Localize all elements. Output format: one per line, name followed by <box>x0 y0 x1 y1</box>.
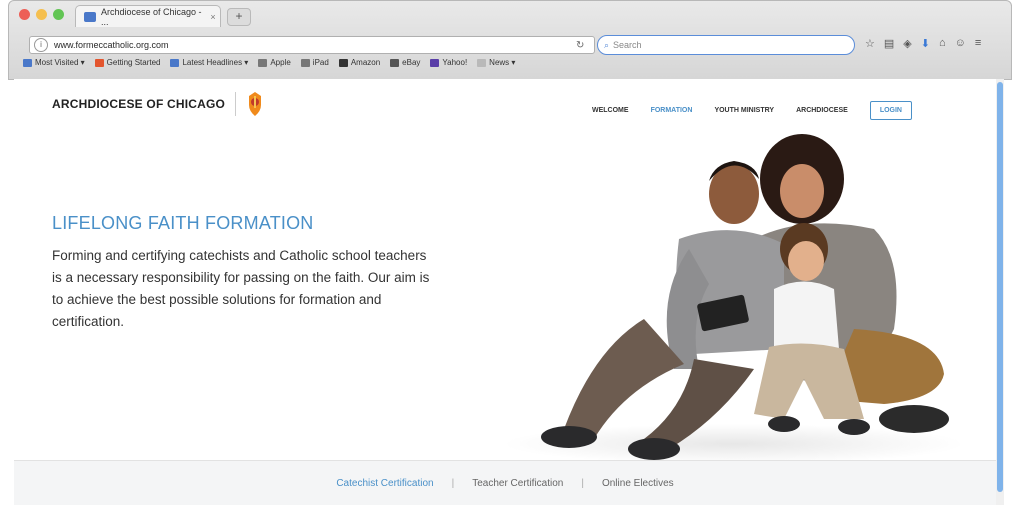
sync-icon[interactable]: ☺ <box>955 37 966 50</box>
address-bar[interactable]: i www.formeccatholic.org.com ↻ <box>29 36 595 54</box>
bookmark-label: Getting Started <box>106 58 161 67</box>
reading-list-icon[interactable]: ▤ <box>884 37 894 50</box>
bookmark-label: Apple <box>270 58 291 67</box>
close-window-button[interactable] <box>19 9 30 20</box>
search-input[interactable]: ⌕ Search <box>597 35 855 55</box>
browser-window-chrome: Archdiocese of Chicago - ... × + i www.f… <box>8 0 1012 80</box>
site-logo[interactable]: ARCHDIOCESE OF CHICAGO <box>52 91 264 117</box>
bookmark-favicon-icon <box>300 58 310 67</box>
search-placeholder: Search <box>613 40 642 50</box>
bookmark-item[interactable]: Most Visited ▾ <box>23 58 85 67</box>
bookmark-star-icon[interactable]: ☆ <box>865 37 875 50</box>
archdiocese-seal-icon <box>249 92 262 116</box>
bookmark-label: iPad <box>312 58 329 67</box>
bookmark-favicon-icon <box>390 58 400 67</box>
search-icon: ⌕ <box>604 39 610 50</box>
bookmark-label: Amazon <box>350 58 381 67</box>
catechist-certification-link[interactable]: Catechist Certification <box>336 478 433 489</box>
bookmark-favicon-icon <box>94 58 104 67</box>
nav-item-youth-ministry[interactable]: YOUTH MINISTRY <box>714 107 774 114</box>
hero-body-text: Forming and certifying catechists and Ca… <box>52 247 430 329</box>
nav-item-formation[interactable]: FORMATION <box>651 107 693 114</box>
bookmark-favicon-icon <box>170 58 180 67</box>
login-button[interactable]: LOGIN <box>869 101 912 120</box>
logo-text: ARCHDIOCESE OF CHICAGO <box>52 97 226 111</box>
bookmark-label: Most Visited ▾ <box>35 58 85 67</box>
bookmarks-toolbar: Most Visited ▾ Getting Started Latest Head… <box>23 58 515 67</box>
scrollbar-thumb[interactable] <box>997 82 1003 492</box>
reload-icon[interactable]: ↻ <box>576 40 594 51</box>
bookmark-favicon-icon <box>258 58 268 67</box>
bookmark-item[interactable]: Amazon <box>338 58 381 67</box>
nav-item-welcome[interactable]: WELCOME <box>592 107 629 114</box>
bookmark-favicon-icon <box>477 58 487 67</box>
certification-links-bar: Catechist Certification | Teacher Certif… <box>14 460 996 505</box>
info-icon[interactable]: i <box>34 38 48 52</box>
bookmark-item[interactable]: Apple <box>258 58 291 67</box>
bookmark-favicon-icon <box>338 58 348 67</box>
browser-tab[interactable]: Archdiocese of Chicago - ... × <box>75 5 221 27</box>
bookmark-label: Latest Headlines ▾ <box>182 58 249 67</box>
url-text[interactable]: www.formeccatholic.org.com <box>54 40 576 50</box>
bookmark-item[interactable]: Getting Started <box>94 58 161 67</box>
bookmark-item[interactable]: eBay <box>390 58 420 67</box>
bookmark-favicon-icon <box>23 58 32 67</box>
link-separator: | <box>581 478 584 489</box>
online-electives-link[interactable]: Online Electives <box>602 478 674 489</box>
bookmark-label: eBay <box>402 58 421 67</box>
close-tab-icon[interactable]: × <box>206 12 220 22</box>
main-nav: WELCOME FORMATION YOUTH MINISTRY ARCHDIOCES… <box>592 101 912 120</box>
minimize-window-button[interactable] <box>36 9 47 20</box>
hero-title: LIFELONG FAITH FORMATION <box>52 213 314 234</box>
menu-icon[interactable]: ≡ <box>975 37 981 50</box>
bookmark-favicon-icon <box>430 58 440 67</box>
toolbar-icons: ☆ ▤ ◈ ⬇ ⌂ ☺ ≡ <box>865 37 981 50</box>
tab-title: Archdiocese of Chicago - ... <box>101 6 202 27</box>
window-controls <box>19 9 64 20</box>
new-tab-button[interactable]: + <box>227 8 251 26</box>
logo-divider <box>235 92 237 116</box>
bookmark-item[interactable]: News ▾ <box>477 58 515 67</box>
teacher-certification-link[interactable]: Teacher Certification <box>472 478 563 489</box>
bookmark-label: Yahoo! <box>442 58 468 67</box>
site-favicon-icon <box>84 11 96 22</box>
family-hero-photo <box>504 134 964 464</box>
bookmark-item[interactable]: Yahoo! <box>430 58 467 67</box>
link-separator: | <box>451 478 455 489</box>
bookmark-item[interactable]: Latest Headlines ▾ <box>170 58 248 67</box>
download-icon[interactable]: ⬇ <box>921 37 930 50</box>
pocket-icon[interactable]: ◈ <box>903 37 911 50</box>
bookmark-label: News ▾ <box>489 58 516 67</box>
nav-item-archdiocese[interactable]: ARCHDIOCESE <box>796 107 848 114</box>
home-icon[interactable]: ⌂ <box>939 37 946 50</box>
bookmark-item[interactable]: iPad <box>300 58 329 67</box>
web-page: ARCHDIOCESE OF CHICAGO WELCOME FORMATION Y… <box>14 79 996 505</box>
zoom-window-button[interactable] <box>53 9 64 20</box>
